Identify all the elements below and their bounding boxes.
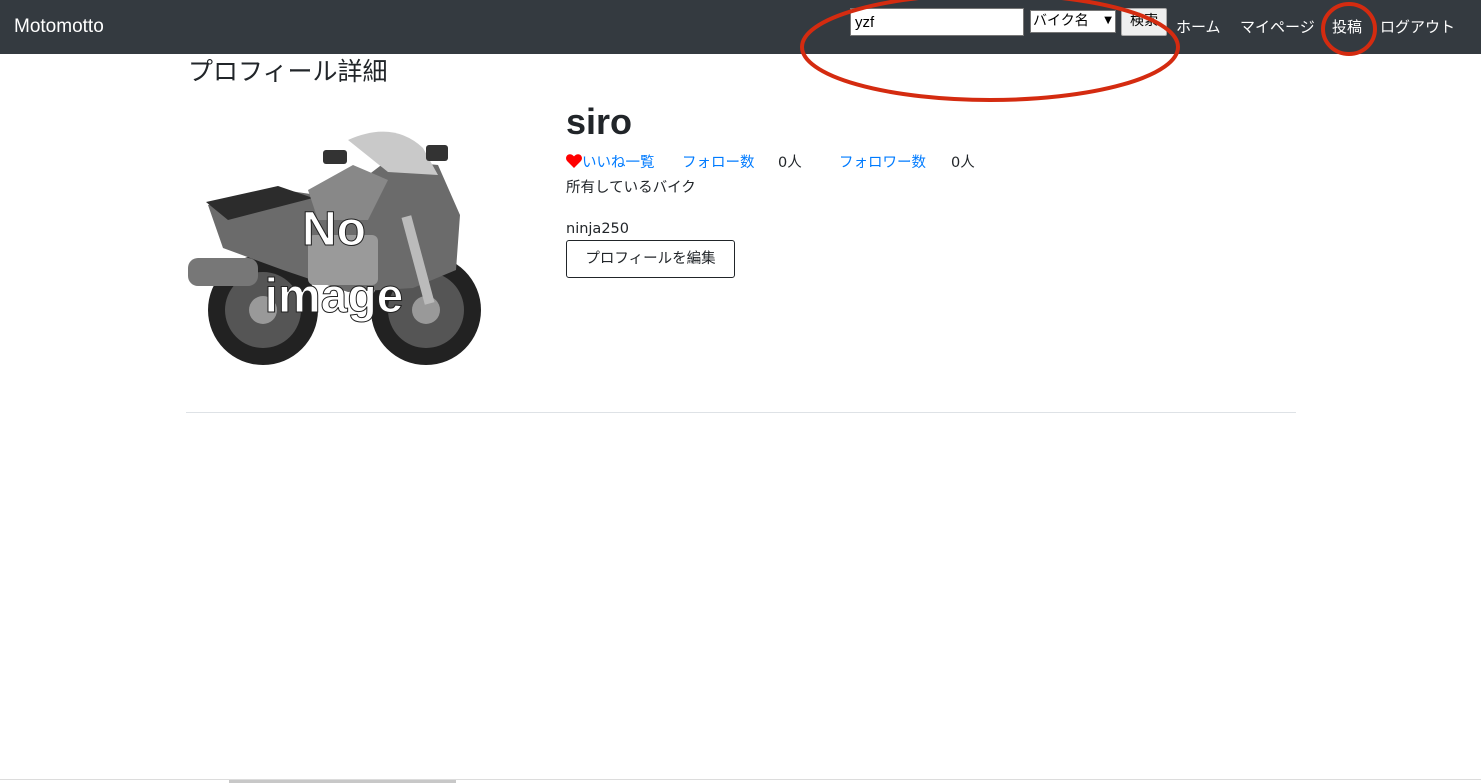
likes-link-label: いいね一覧: [582, 155, 655, 171]
search-type-selected: バイク名: [1033, 13, 1089, 29]
bottom-border: [0, 779, 1481, 780]
nav-mypage-link[interactable]: マイページ: [1240, 16, 1315, 38]
chevron-down-icon: ▼: [1104, 15, 1112, 26]
search-button[interactable]: 検索: [1121, 8, 1167, 36]
nav-post-link[interactable]: 投稿: [1332, 16, 1362, 38]
page-title: プロフィール詳細: [188, 57, 388, 86]
nav-home-link[interactable]: ホーム: [1176, 16, 1221, 38]
no-image-line1: No: [302, 203, 366, 256]
follower-count-link[interactable]: フォロワー数: [839, 152, 926, 174]
follow-count-value: 0人: [778, 155, 802, 171]
search-type-select[interactable]: バイク名 ▼: [1030, 10, 1116, 33]
profile-username: siro: [566, 101, 633, 142]
likes-link[interactable]: いいね一覧: [566, 152, 655, 174]
heart-icon: [566, 154, 582, 168]
edit-profile-button[interactable]: プロフィールを編集: [566, 240, 735, 278]
section-divider: [186, 412, 1296, 413]
follower-count-value: 0人: [951, 155, 975, 171]
search-input[interactable]: [850, 8, 1024, 36]
follow-count-link[interactable]: フォロー数: [682, 152, 755, 174]
brand-link[interactable]: Motomotto: [14, 14, 104, 40]
nav-logout-link[interactable]: ログアウト: [1380, 16, 1455, 38]
profile-image: No image: [188, 120, 488, 380]
navbar: Motomotto バイク名 ▼ 検索 ホーム マイページ 投稿 ログアウト: [0, 0, 1481, 54]
owned-bike-label: 所有しているバイク: [566, 180, 696, 196]
owned-bike-value: ninja250: [566, 221, 629, 237]
no-image-line2: image: [265, 270, 404, 323]
